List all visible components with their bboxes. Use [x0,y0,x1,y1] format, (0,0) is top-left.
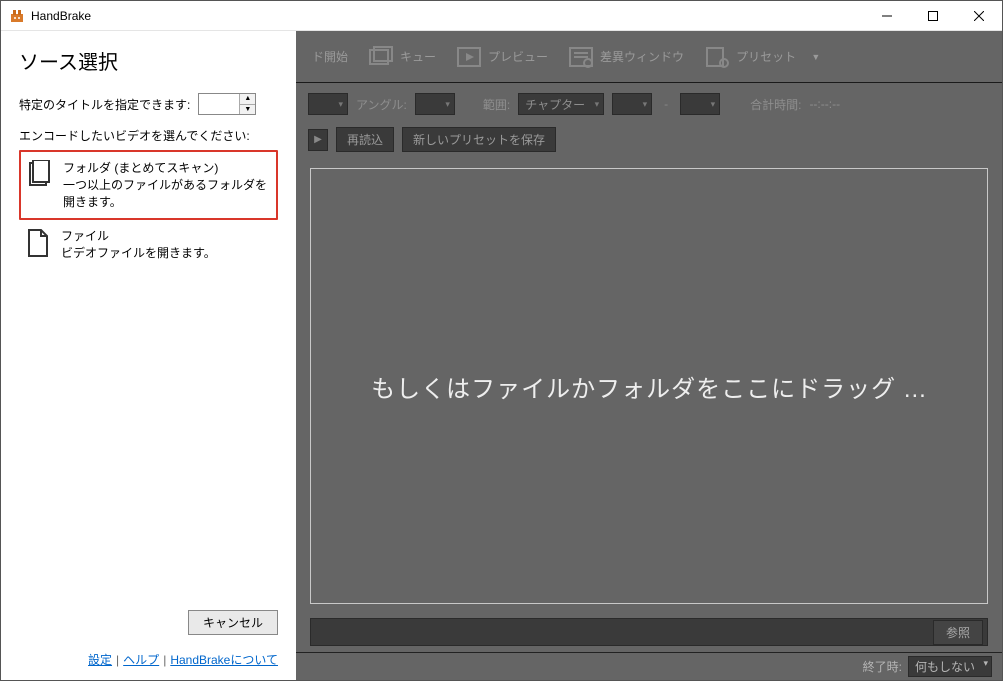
browse-button[interactable]: 参照 [933,620,983,645]
main-area: ド開始 キュー プレビュー 差異ウィンドウ プ [296,31,1002,680]
total-time-label: 合計時間: [750,96,801,113]
file-icon [25,228,51,258]
settings-link[interactable]: 設定 [88,653,112,667]
about-link[interactable]: HandBrakeについて [170,653,278,667]
filter-row: アングル: 範囲: チャプター - 合計時間: --:--:-- [296,83,1002,125]
cancel-button[interactable]: キャンセル [188,610,278,635]
toolbar-summary-window[interactable]: 差異ウィンドウ [560,42,692,72]
when-done-label: 終了時: [863,658,902,675]
preset-play-button[interactable]: ▶ [308,129,328,151]
range-label: 範囲: [483,96,510,113]
preset-icon [704,46,730,68]
total-time-value: --:--:-- [809,97,840,111]
destination-row: 参照 [310,618,988,646]
summary-icon [568,46,594,68]
save-new-preset-button[interactable]: 新しいプリセットを保存 [402,127,556,152]
reload-button[interactable]: 再読込 [336,127,394,152]
specific-title-label: 特定のタイトルを指定できます: [19,96,190,113]
source-option-folder[interactable]: フォルダ (まとめてスキャン) 一つ以上のファイルがあるフォルダを開きます。 [19,150,278,220]
footer-links: 設定|ヘルプ|HandBrakeについて [88,647,278,668]
specific-title-spinner[interactable]: ▲ ▼ [198,93,256,115]
status-bar: 終了時: 何もしない [296,652,1002,680]
drop-zone-text: もしくはファイルかフォルダをここにドラッグ ... [371,369,927,404]
help-link[interactable]: ヘルプ [123,653,159,667]
panel-heading: ソース選択 [19,46,278,75]
file-option-desc: ビデオファイルを開きます。 [61,245,216,262]
angle-label: アングル: [356,96,407,113]
spinner-down-icon[interactable]: ▼ [240,105,255,115]
specific-title-input[interactable] [199,94,239,114]
toolbar-start[interactable]: ド開始 [304,44,356,69]
maximize-button[interactable] [910,1,956,31]
chevron-down-icon: ▼ [811,52,820,62]
toolbar-preview[interactable]: プレビュー [448,42,556,72]
when-done-dropdown[interactable]: 何もしない [908,656,992,677]
file-option-title: ファイル [61,228,216,245]
app-icon [9,8,25,24]
preset-row: ▶ 再読込 新しいプリセットを保存 [296,125,1002,162]
queue-icon [368,46,394,68]
instruction-text: エンコードしたいビデオを選んでください: [19,127,278,144]
folder-option-title: フォルダ (まとめてスキャン) [63,160,270,177]
range-dash: - [660,97,672,111]
title-dropdown[interactable] [308,93,348,115]
toolbar: ド開始 キュー プレビュー 差異ウィンドウ プ [296,31,1002,83]
spinner-up-icon[interactable]: ▲ [240,94,255,105]
angle-dropdown[interactable] [415,93,455,115]
toolbar-preset[interactable]: プリセット ▼ [696,42,828,72]
folder-icon [27,160,53,190]
minimize-button[interactable] [864,1,910,31]
folder-option-desc: 一つ以上のファイルがあるフォルダを開きます。 [63,177,270,211]
close-button[interactable] [956,1,1002,31]
drop-zone[interactable]: もしくはファイルかフォルダをここにドラッグ ... [310,168,988,604]
window-title: HandBrake [31,9,864,23]
source-option-file[interactable]: ファイル ビデオファイルを開きます。 [19,220,278,270]
preview-icon [456,46,482,68]
source-select-panel: ソース選択 特定のタイトルを指定できます: ▲ ▼ エンコードしたいビデオを選ん… [1,31,296,680]
range-to-dropdown[interactable] [680,93,720,115]
titlebar: HandBrake [1,1,1002,31]
range-type-dropdown[interactable]: チャプター [518,93,604,115]
toolbar-queue[interactable]: キュー [360,42,444,72]
range-from-dropdown[interactable] [612,93,652,115]
